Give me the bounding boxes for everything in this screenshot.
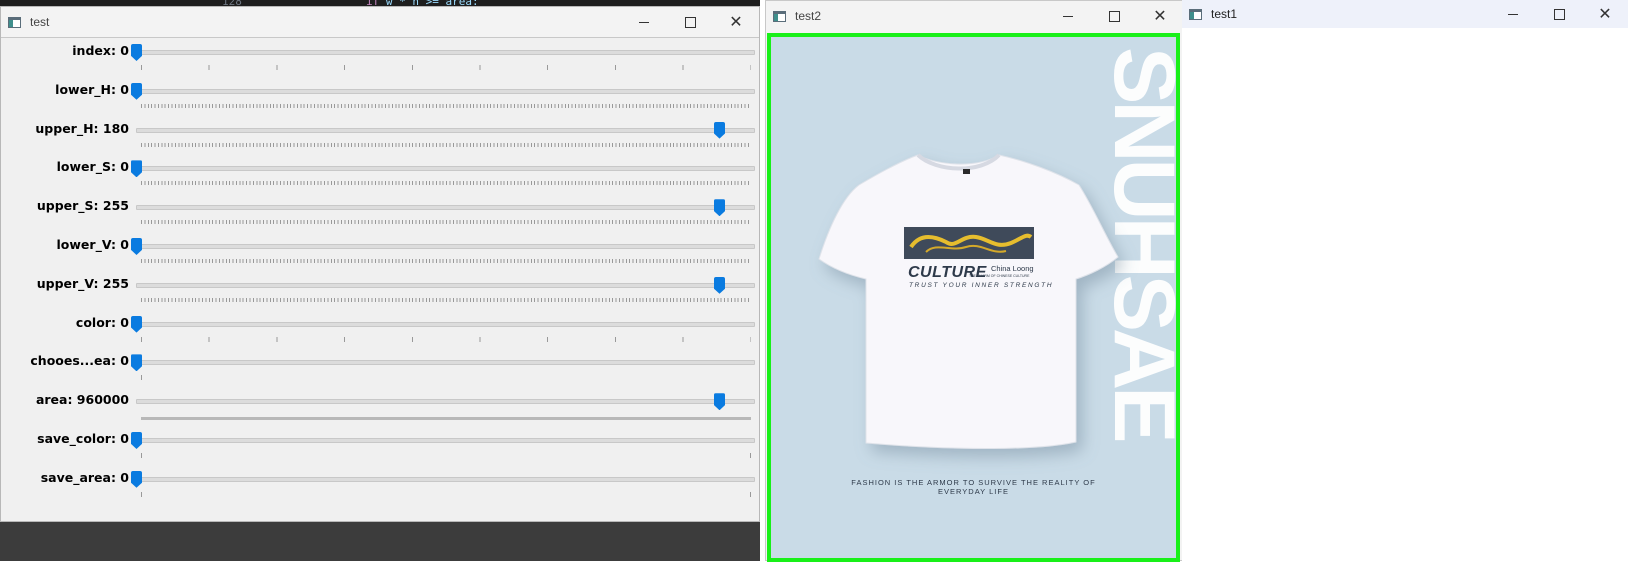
window-title: test2	[795, 9, 822, 23]
trackbar-row: upper_H: 180	[1, 117, 761, 157]
trackbar-ticks	[141, 220, 751, 225]
trackbar-label: chooes...ea: 0	[30, 353, 129, 369]
trackbar-track[interactable]	[136, 321, 755, 327]
maximize-button[interactable]	[667, 7, 713, 37]
trackbar-label: save_color: 0	[37, 431, 129, 446]
maximize-icon	[1108, 10, 1120, 22]
trackbar-thumb[interactable]	[131, 238, 142, 255]
tshirt-body	[818, 154, 1119, 450]
trackbar-thumb[interactable]	[131, 44, 142, 61]
trackbar-label: area: 960000	[35, 392, 129, 408]
trackbar-ticks	[141, 417, 751, 421]
desktop-background	[0, 522, 760, 561]
trackbar-label: index: 0	[72, 43, 129, 58]
trackbar-row: save_color: 0	[1, 427, 761, 467]
trackbar-label: upper_S: 255	[36, 198, 129, 214]
trackbar-row: upper_S: 255	[1, 194, 761, 234]
trackbar-ticks	[141, 491, 751, 497]
print-brand: China Loong	[991, 264, 1034, 273]
trackbar-track[interactable]	[136, 88, 755, 94]
trackbar-track[interactable]	[136, 244, 755, 249]
app-window-icon	[8, 16, 21, 28]
trackbar-thumb[interactable]	[714, 393, 725, 411]
trackbar-label: color: 0	[75, 314, 129, 330]
minimize-icon	[1063, 15, 1073, 17]
minimize-button[interactable]	[1045, 1, 1091, 31]
trackbar-row: chooes...ea: 0	[1, 349, 761, 389]
titlebar[interactable]: test ✕	[1, 7, 759, 38]
trackbar-row: lower_H: 0	[1, 78, 761, 118]
trackbar-label: lower_H: 0	[55, 81, 129, 97]
close-icon: ✕	[1598, 6, 1612, 23]
app-window-icon	[773, 10, 786, 22]
maximize-icon	[684, 16, 696, 28]
trackbar-thumb[interactable]	[714, 121, 725, 139]
trackbar-thumb[interactable]	[131, 354, 142, 372]
trackbar-thumb[interactable]	[131, 432, 142, 449]
trackbar-ticks	[141, 453, 751, 458]
trackbar-thumb[interactable]	[131, 315, 142, 333]
trackbar-row: upper_V: 255	[1, 272, 761, 312]
trackbar-track[interactable]	[136, 205, 755, 211]
trackbar-ticks	[141, 65, 751, 70]
maximize-button[interactable]	[1536, 0, 1582, 28]
trackbar-label: upper_H: 180	[35, 120, 129, 136]
trackbar-track[interactable]	[136, 399, 755, 405]
print-title: CULTURE	[908, 264, 987, 281]
titlebar[interactable]: test2 ✕	[766, 1, 1183, 31]
maximize-icon	[1553, 8, 1565, 20]
tshirt-label	[963, 169, 970, 174]
trackbar-track[interactable]	[136, 127, 755, 133]
trackbar-ticks	[141, 297, 751, 302]
minimize-button[interactable]	[621, 7, 667, 37]
window-title: test	[30, 15, 50, 29]
trackbar-row: lower_S: 0	[1, 155, 761, 195]
trackbar-label: save_area: 0	[40, 469, 129, 485]
trackbar-thumb[interactable]	[714, 199, 725, 217]
trackbar-thumb[interactable]	[131, 470, 142, 488]
trackbar-track[interactable]	[136, 282, 755, 288]
trackbar-track[interactable]	[136, 360, 755, 366]
trackbar-label: upper_V: 255	[36, 275, 129, 291]
print-small-text: THE CHARM OF CHINESE CULTURE	[969, 274, 1030, 278]
trackbar-row: save_area: 0	[1, 466, 761, 506]
minimize-icon	[1508, 13, 1518, 15]
close-button[interactable]: ✕	[1582, 0, 1628, 28]
trackbar-thumb[interactable]	[131, 82, 142, 100]
product-image: SNUHSAE CULTURE China Loong THE CHARM OF…	[767, 33, 1180, 562]
minimize-icon	[639, 21, 649, 23]
trackbar-track[interactable]	[136, 438, 755, 443]
close-button[interactable]: ✕	[713, 7, 759, 37]
trackbar-ticks	[141, 142, 751, 147]
window-test: test ✕ index: 0 lower_H: 0 upper_H: 180 low…	[0, 6, 760, 522]
trackbar-row: area: 960000	[1, 388, 761, 428]
trackbar-ticks	[141, 375, 142, 381]
trackbar-ticks	[141, 181, 751, 186]
trackbar-ticks	[141, 336, 751, 342]
trackbar-track[interactable]	[136, 50, 755, 55]
close-icon: ✕	[729, 14, 743, 31]
trackbar-row: color: 0	[1, 311, 761, 351]
close-button[interactable]: ✕	[1137, 1, 1183, 31]
trackbar-thumb[interactable]	[714, 276, 725, 294]
titlebar[interactable]: test1 ✕	[1182, 0, 1628, 28]
window-title: test1	[1211, 7, 1238, 21]
trackbar-track[interactable]	[136, 166, 755, 172]
app-window-icon	[1189, 8, 1202, 20]
trackbar-thumb[interactable]	[131, 160, 142, 178]
minimize-button[interactable]	[1490, 0, 1536, 28]
trackbar-label: lower_V: 0	[56, 237, 129, 252]
trackbar-row: index: 0	[1, 39, 761, 79]
trackbar-ticks	[141, 259, 751, 263]
trackbar-ticks	[141, 103, 751, 108]
image-caption: FASHION IS THE ARMOR TO SURVIVE THE REAL…	[851, 478, 1096, 496]
trackbar-row: lower_V: 0	[1, 233, 761, 273]
trackbar-track[interactable]	[136, 476, 755, 482]
trackbar-label: lower_S: 0	[56, 159, 129, 175]
close-icon: ✕	[1153, 8, 1167, 25]
window-test2: test2 ✕ SNUHSAE CULTURE China Loong THE …	[765, 0, 1184, 562]
window-test1: test1 ✕	[1182, 0, 1628, 561]
print-tagline: TRUST YOUR INNER STRENGTH	[909, 282, 1054, 289]
maximize-button[interactable]	[1091, 1, 1137, 31]
